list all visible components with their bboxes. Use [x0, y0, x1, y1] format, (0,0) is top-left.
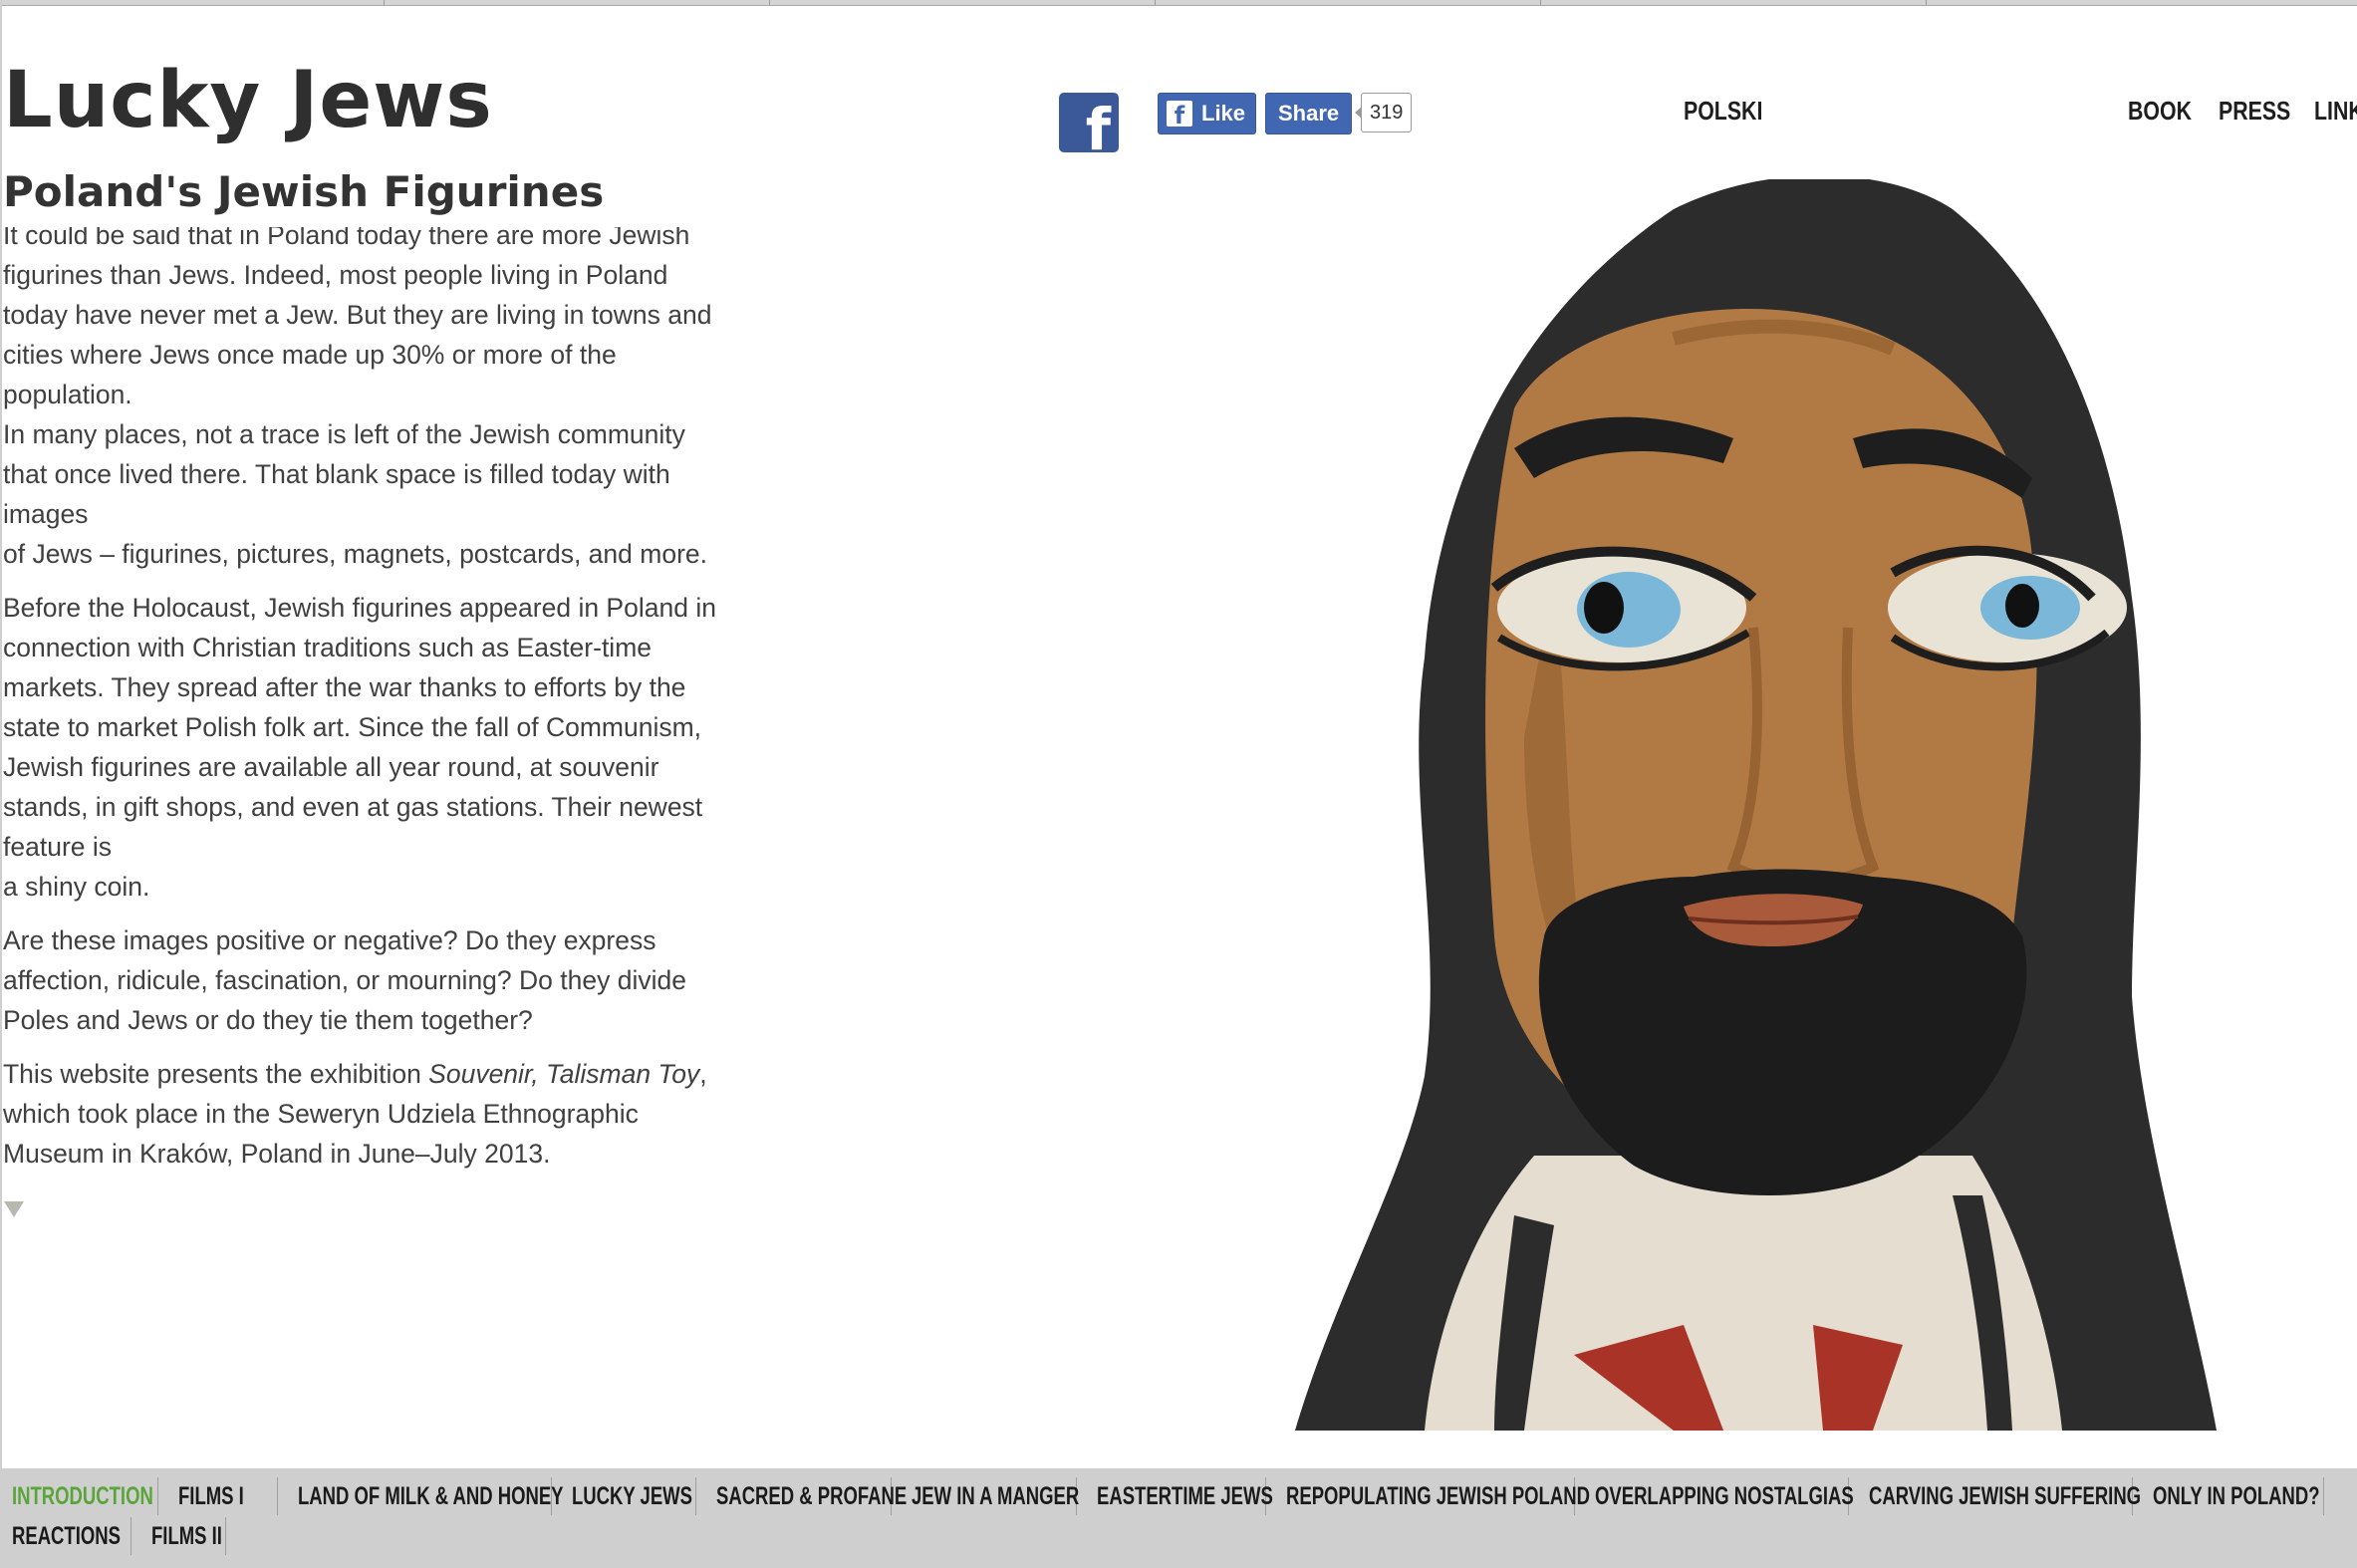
article-text: This website presents the exhibition [3, 1059, 429, 1089]
tab-reactions[interactable]: REACTIONS [12, 1522, 131, 1551]
article-line: population. [3, 380, 132, 409]
share-label: Share [1278, 101, 1340, 126]
section-nav-row: REACTIONS FILMS II [0, 1516, 226, 1556]
facebook-f-icon: f [1167, 101, 1192, 127]
article-line: affection, ridicule, fascination, or mou… [3, 965, 686, 995]
article-line: images [3, 499, 89, 529]
article-line: markets. They spread after the war thank… [3, 672, 686, 702]
article-line: Museum in Kraków, Poland in June–July 20… [3, 1139, 551, 1169]
article-line: figurines than Jews. Indeed, most people… [3, 260, 668, 290]
section-nav-row: INTRODUCTION FILMS I LAND OF MILK & AND … [0, 1476, 2324, 1516]
tab-only-in-poland[interactable]: ONLY IN POLAND? [2133, 1482, 2323, 1511]
window-left-edge [0, 0, 2, 1568]
tab-jew-in-a-manger[interactable]: JEW IN A MANGER [892, 1482, 1079, 1511]
share-count-badge: 319 [1354, 93, 1413, 132]
site-title[interactable]: Lucky Jews [3, 62, 493, 139]
tab-separator [2323, 1477, 2324, 1515]
exhibition-title: Souvenir, Talisman Toy [428, 1059, 700, 1089]
figurine-photo [1295, 179, 2217, 1431]
article-line: today have never met a Jew. But they are… [3, 300, 712, 330]
article-line: Poles and Jews or do they tie them toget… [3, 1005, 533, 1035]
tab-overlapping-nostalgias[interactable]: OVERLAPPING NOSTALGIAS [1575, 1482, 1854, 1511]
article-text: , [699, 1059, 707, 1089]
article-line: which took place in the Seweryn Udziela … [3, 1099, 639, 1129]
tab-introduction[interactable]: INTRODUCTION [12, 1482, 157, 1511]
nav-book[interactable]: BOOK [2128, 96, 2192, 127]
browser-top-strip [0, 0, 2357, 6]
intro-article: It could be said that in Poland today th… [3, 227, 720, 1223]
tab-sacred-and-profane[interactable]: SACRED & PROFANE [696, 1482, 907, 1511]
tab-eastertime-jews[interactable]: EASTERTIME JEWS [1077, 1482, 1273, 1511]
article-line: stands, in gift shops, and even at gas s… [3, 792, 703, 822]
article-line: connection with Christian traditions suc… [3, 633, 653, 662]
article-line: Jewish figurines are available all year … [3, 752, 659, 782]
article-line: of Jews – figurines, pictures, magnets, … [3, 539, 707, 569]
article-line: state to market Polish folk art. Since t… [3, 712, 702, 742]
nav-press[interactable]: PRESS [2219, 96, 2290, 127]
article-line: Are these images positive or negative? D… [3, 925, 656, 955]
share-count: 319 [1370, 101, 1404, 124]
facebook-share-button[interactable]: Share [1265, 93, 1353, 134]
tab-land-of-milk-and-honey[interactable]: LAND OF MILK & AND HONEY [278, 1482, 564, 1511]
like-label: Like [1201, 101, 1246, 126]
tab-films-1[interactable]: FILMS I [158, 1482, 277, 1511]
tab-separator [225, 1517, 226, 1555]
tab-repopulating-jewish-poland[interactable]: REPOPULATING JEWISH POLAND [1266, 1482, 1590, 1511]
tab-carving-jewish-suffering[interactable]: CARVING JEWISH SUFFERING [1849, 1482, 2141, 1511]
article-line: feature is [3, 832, 113, 862]
article-line: In many places, not a trace is left of t… [3, 419, 685, 449]
site-subtitle: Poland's Jewish Figurines [3, 167, 605, 216]
tab-lucky-jews[interactable]: LUCKY JEWS [552, 1482, 695, 1511]
tab-films-2[interactable]: FILMS II [131, 1522, 225, 1551]
facebook-icon[interactable]: f [1059, 93, 1119, 152]
section-nav: INTRODUCTION FILMS I LAND OF MILK & AND … [0, 1468, 2357, 1568]
article-line: Before the Holocaust, Jewish figurines a… [3, 593, 716, 623]
article-line: cities where Jews once made up 30% or mo… [3, 340, 617, 370]
facebook-like-button[interactable]: f Like [1158, 93, 1257, 134]
article-line: that once lived there. That blank space … [3, 459, 670, 489]
article-line: a shiny coin. [3, 872, 150, 902]
article-line: This website presents the exhibition Sou… [3, 1054, 720, 1094]
article-line: It could be said that in Poland today th… [3, 227, 690, 250]
triangle-down-icon[interactable] [4, 1201, 24, 1217]
nav-language-polski[interactable]: POLSKI [1684, 96, 1762, 127]
nav-link[interactable]: LINK [2314, 96, 2357, 127]
